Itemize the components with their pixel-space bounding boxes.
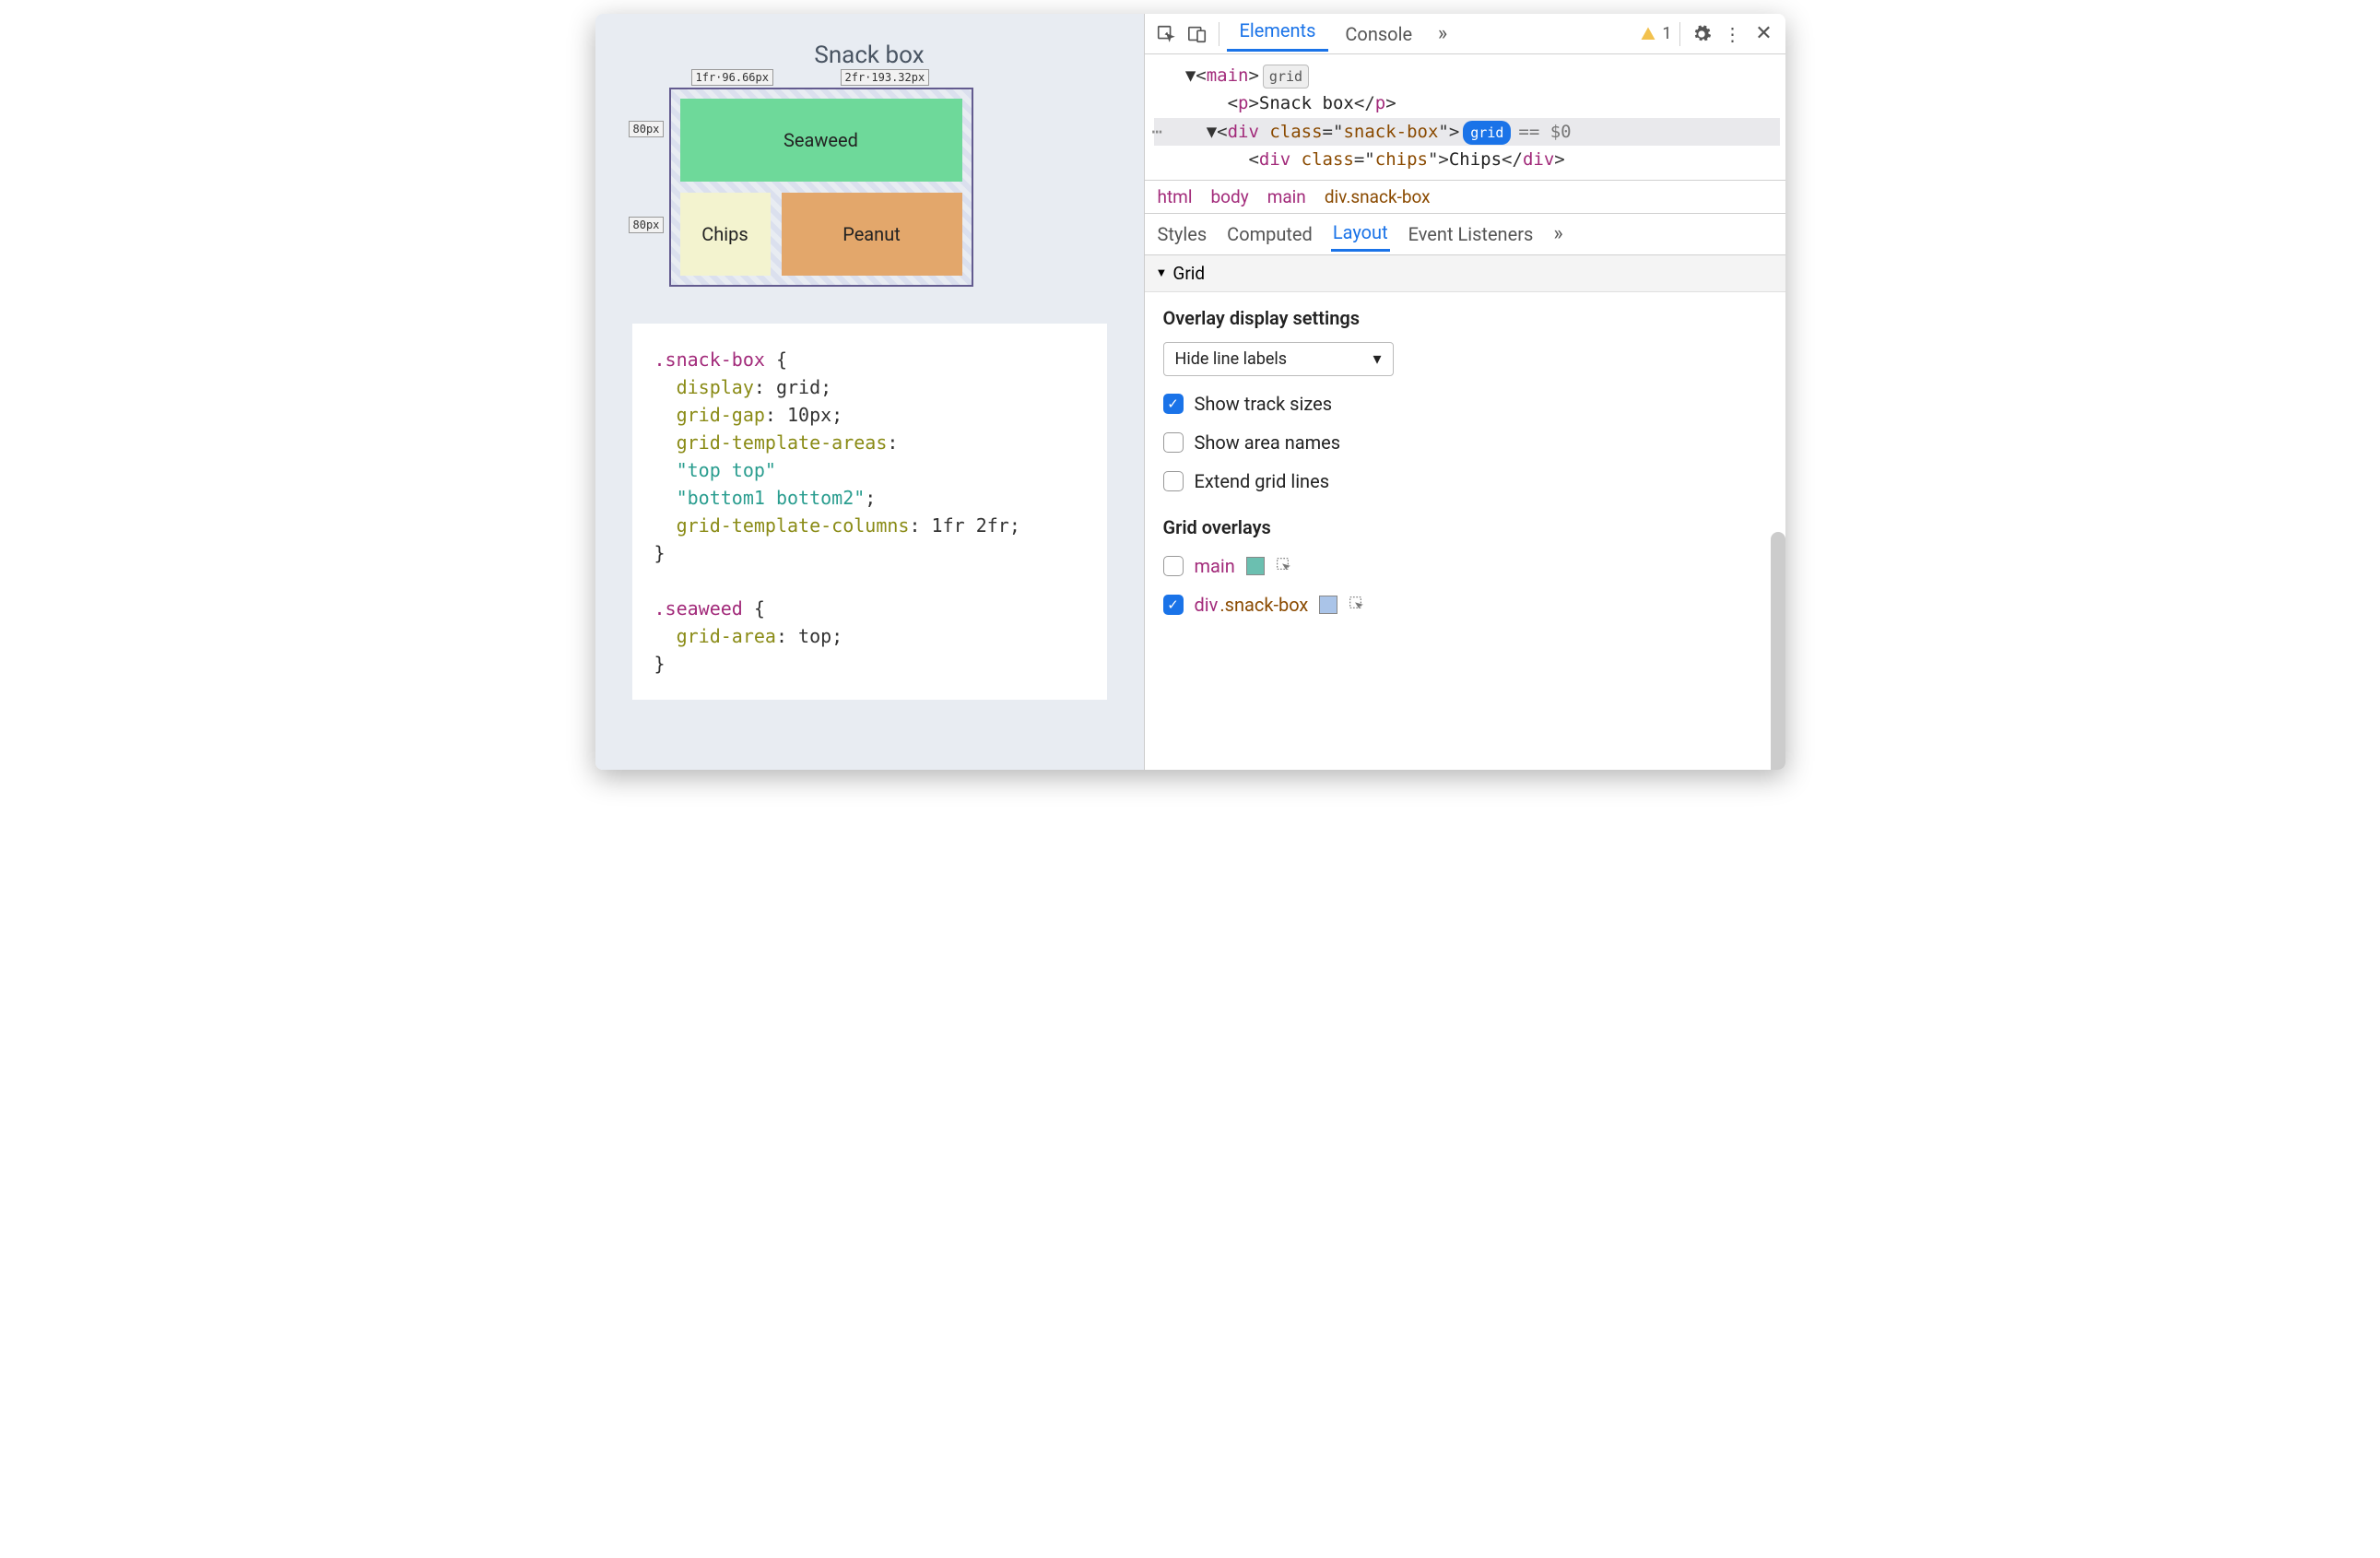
grid-demo: 1fr·96.66px 2fr·193.32px 80px 80px Seawe… bbox=[669, 88, 973, 287]
overlay-main[interactable]: main bbox=[1163, 555, 1767, 577]
overlay-snackbox[interactable]: div.snack-box bbox=[1163, 594, 1767, 616]
grid-cell-seaweed: Seaweed bbox=[680, 99, 962, 182]
more-tabs-icon[interactable]: » bbox=[1429, 20, 1456, 48]
subtab-layout[interactable]: Layout bbox=[1331, 216, 1390, 252]
warning-badge[interactable]: 1 bbox=[1640, 24, 1671, 43]
row-label-1: 80px bbox=[629, 121, 665, 137]
grid-section-header[interactable]: ▼ Grid bbox=[1145, 255, 1785, 292]
crumb-html[interactable]: html bbox=[1158, 186, 1193, 207]
crumb-snackbox[interactable]: div.snack-box bbox=[1325, 186, 1431, 207]
page-title: Snack box bbox=[632, 41, 1107, 69]
locate-icon[interactable] bbox=[1349, 596, 1367, 614]
checkbox-icon bbox=[1163, 432, 1184, 453]
sub-tabs: Styles Computed Layout Event Listeners » bbox=[1145, 213, 1785, 255]
devtools-panel: Elements Console » 1 ⋮ ✕ ▼<main>grid <p>… bbox=[1144, 14, 1785, 770]
device-toggle-icon[interactable] bbox=[1184, 20, 1211, 48]
col-label-2: 2fr·193.32px bbox=[841, 69, 930, 86]
dom-tree[interactable]: ▼<main>grid <p>Snack box</p> ⋯ ▼<div cla… bbox=[1145, 54, 1785, 180]
warning-count: 1 bbox=[1662, 24, 1671, 43]
checkbox-icon bbox=[1163, 556, 1184, 576]
grid-overlays-heading: Grid overlays bbox=[1163, 516, 1767, 538]
checkbox-label: Extend grid lines bbox=[1195, 470, 1330, 492]
subtab-styles[interactable]: Styles bbox=[1156, 218, 1209, 251]
dom-line-snackbox[interactable]: ⋯ ▼<div class="snack-box">grid== $0 bbox=[1154, 118, 1780, 146]
overlay-settings-heading: Overlay display settings bbox=[1163, 307, 1767, 329]
tab-elements[interactable]: Elements bbox=[1227, 16, 1329, 52]
page-preview: Snack box 1fr·96.66px 2fr·193.32px 80px … bbox=[595, 14, 1144, 770]
locate-icon[interactable] bbox=[1276, 557, 1294, 575]
crumb-main[interactable]: main bbox=[1267, 186, 1306, 207]
dom-line-chips[interactable]: <div class="chips">Chips</div> bbox=[1154, 146, 1780, 173]
kebab-icon[interactable]: ⋮ bbox=[1719, 20, 1747, 48]
line-labels-dropdown[interactable]: Hide line labels ▾ bbox=[1163, 342, 1394, 376]
css-code-block: .snack-box { display: grid; grid-gap: 10… bbox=[632, 324, 1107, 700]
row-label-2: 80px bbox=[629, 217, 665, 233]
subtab-computed[interactable]: Computed bbox=[1225, 218, 1314, 251]
gear-icon[interactable] bbox=[1688, 20, 1715, 48]
col-label-1: 1fr·96.66px bbox=[691, 69, 773, 86]
tab-console[interactable]: Console bbox=[1332, 19, 1425, 49]
checkbox-label: Show track sizes bbox=[1195, 393, 1333, 415]
devtools-toolbar: Elements Console » 1 ⋮ ✕ bbox=[1145, 14, 1785, 54]
disclosure-triangle-icon: ▼ bbox=[1156, 266, 1168, 280]
checkbox-extend-grid-lines[interactable]: Extend grid lines bbox=[1163, 470, 1767, 492]
breadcrumb: html body main div.snack-box bbox=[1145, 180, 1785, 213]
more-subtabs-icon[interactable]: » bbox=[1551, 217, 1564, 251]
grid-section-title: Grid bbox=[1172, 263, 1205, 284]
checkbox-icon bbox=[1163, 471, 1184, 491]
grid-cell-peanut: Peanut bbox=[782, 193, 962, 276]
close-icon[interactable]: ✕ bbox=[1750, 20, 1778, 48]
dom-line-main[interactable]: ▼<main>grid bbox=[1154, 62, 1780, 89]
subtab-eventlisteners[interactable]: Event Listeners bbox=[1407, 218, 1536, 251]
grid-panel-body: Overlay display settings Hide line label… bbox=[1145, 292, 1785, 642]
checkbox-show-track-sizes[interactable]: Show track sizes bbox=[1163, 393, 1767, 415]
color-swatch[interactable] bbox=[1319, 596, 1337, 614]
checkbox-label: Show area names bbox=[1195, 431, 1341, 454]
dom-line-p[interactable]: <p>Snack box</p> bbox=[1154, 89, 1780, 117]
crumb-body[interactable]: body bbox=[1210, 186, 1248, 207]
inspect-icon[interactable] bbox=[1152, 20, 1180, 48]
checkbox-show-area-names[interactable]: Show area names bbox=[1163, 431, 1767, 454]
chevron-down-icon: ▾ bbox=[1373, 349, 1381, 369]
scrollbar[interactable] bbox=[1771, 532, 1785, 770]
overlay-label: main bbox=[1195, 555, 1235, 577]
color-swatch[interactable] bbox=[1246, 557, 1265, 575]
checkbox-icon bbox=[1163, 394, 1184, 414]
grid-cell-chips: Chips bbox=[680, 193, 771, 276]
checkbox-icon bbox=[1163, 595, 1184, 615]
dropdown-value: Hide line labels bbox=[1175, 349, 1288, 369]
